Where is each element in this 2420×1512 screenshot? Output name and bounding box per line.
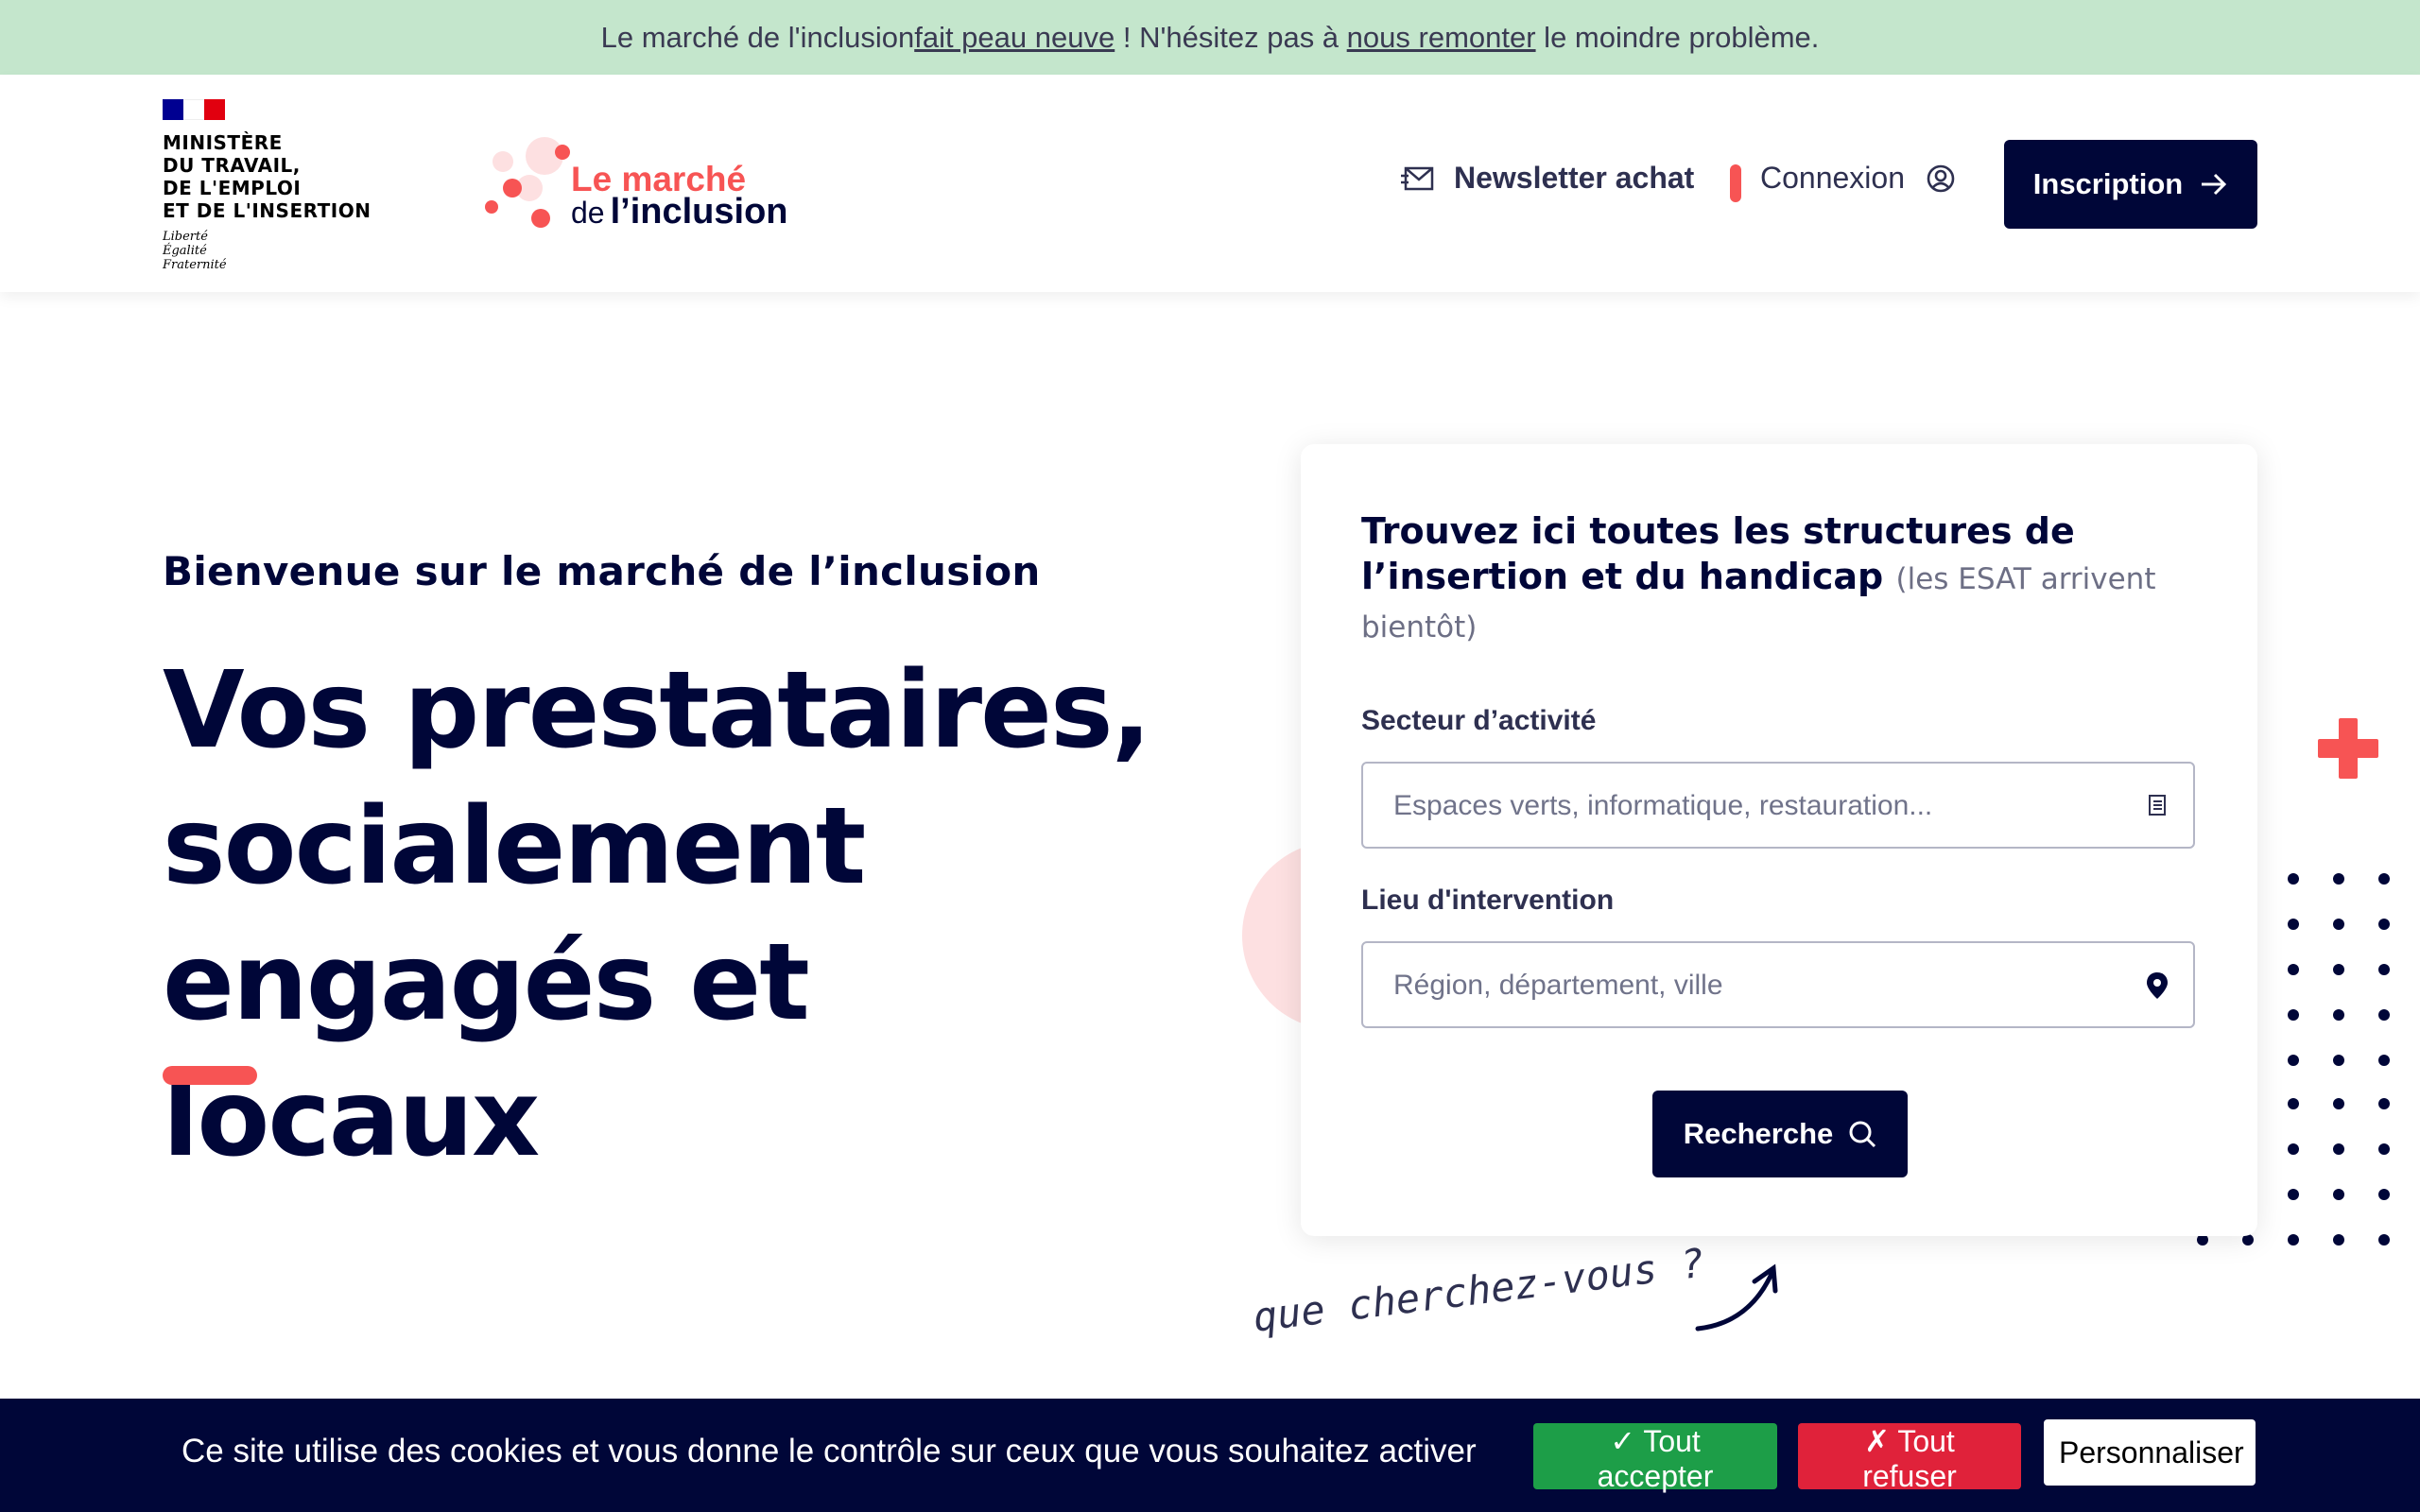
brand-name-line2: de l’inclusion: [571, 192, 788, 232]
ministry-name: MINISTÈRE DU TRAVAIL, DE L'EMPLOI ET DE …: [163, 131, 372, 222]
hero-kicker: Bienvenue sur le marché de l’inclusion: [163, 548, 1041, 594]
curved-arrow-icon: [1695, 1263, 1778, 1332]
banner-link-feedback[interactable]: nous remonter: [1347, 21, 1536, 55]
search-button-label: Recherche: [1683, 1117, 1834, 1150]
newsletter-label: Newsletter achat: [1454, 161, 1695, 195]
site-header: MINISTÈRE DU TRAVAIL, DE L'EMPLOI ET DE …: [0, 75, 2420, 292]
banner-link-new-look[interactable]: fait peau neuve: [914, 21, 1115, 55]
cookie-accept-button[interactable]: ✓ Tout accepter: [1533, 1423, 1777, 1493]
search-icon: [1849, 1121, 1876, 1148]
place-input[interactable]: [1363, 943, 2152, 1028]
banner-text-after: le moindre problème.: [1535, 20, 1820, 54]
nav-separator: [1730, 164, 1741, 202]
brand-name-inclusion: l’inclusion: [610, 192, 788, 232]
list-icon: [2149, 795, 2166, 816]
mail-icon: [1401, 166, 1434, 190]
banner-text-middle: ! N'hésitez pas à: [1115, 20, 1347, 54]
marianne-flag-icon: [163, 99, 225, 120]
sector-field[interactable]: [1361, 762, 2195, 849]
handwritten-prompt: que cherchez-vous ?: [1251, 1239, 1707, 1341]
search-card-title: Trouvez ici toutes les structures de l’i…: [1361, 508, 2212, 650]
sector-input[interactable]: [1363, 764, 2152, 849]
place-field[interactable]: [1361, 941, 2195, 1028]
signup-button[interactable]: Inscription: [2004, 140, 2257, 229]
signup-label: Inscription: [2032, 167, 2184, 200]
hero-title-line-1: Vos prestataires,: [163, 649, 1151, 772]
search-card: Trouvez ici toutes les structures de l’i…: [1301, 444, 2257, 1236]
banner-text-before: Le marché de l'inclusion: [600, 20, 915, 54]
cookie-message: Ce site utilise des cookies et vous donn…: [182, 1433, 1477, 1469]
hero-title-line-3: engagés et locaux: [163, 921, 810, 1180]
ministry-logo[interactable]: MINISTÈRE DU TRAVAIL, DE L'EMPLOI ET DE …: [163, 99, 408, 272]
cookie-customize-button[interactable]: Personnaliser: [2044, 1419, 2256, 1486]
user-circle-icon: [1927, 164, 1955, 192]
plus-decoration-icon: [2318, 718, 2378, 779]
arrow-right-icon: [2202, 173, 2227, 196]
place-label: Lieu d'intervention: [1361, 885, 1615, 916]
announcement-banner: Le marché de l'inclusion fait peau neuve…: [0, 0, 2420, 75]
search-button[interactable]: Recherche: [1652, 1091, 1908, 1177]
newsletter-link[interactable]: Newsletter achat: [1401, 161, 1694, 196]
hero-title-line-2: socialement: [163, 785, 866, 908]
login-label: Connexion: [1760, 161, 1905, 195]
sector-label: Secteur d’activité: [1361, 705, 1597, 736]
map-pin-icon: [2147, 972, 2168, 999]
brand-logo[interactable]: Le marché de l’inclusion: [484, 135, 796, 239]
brand-name-de: de: [571, 196, 605, 230]
republic-motto: Liberté Égalité Fraternité: [163, 230, 227, 272]
login-link[interactable]: Connexion: [1760, 161, 1956, 196]
hero-underline-decoration: [163, 1066, 257, 1085]
hero-title: Vos prestataires, socialement engagés et…: [163, 643, 1202, 1187]
cookie-consent-bar: Ce site utilise des cookies et vous donn…: [0, 1399, 2420, 1512]
cookie-refuse-button[interactable]: ✗ Tout refuser: [1798, 1423, 2021, 1493]
